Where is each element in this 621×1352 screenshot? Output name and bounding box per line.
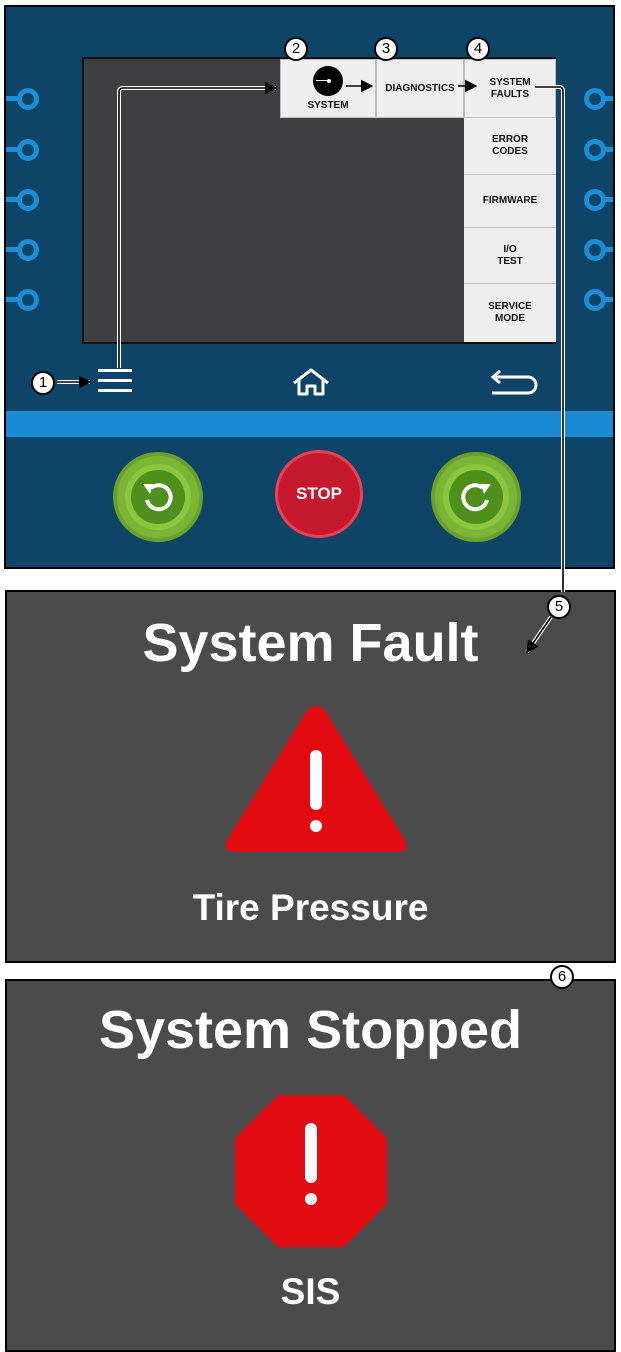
callout-leader-lines xyxy=(57,79,565,654)
callout-6: 6 xyxy=(550,965,574,989)
callout-3: 3 xyxy=(374,37,398,61)
callout-2: 2 xyxy=(284,37,308,61)
callout-4: 4 xyxy=(466,37,490,61)
callout-1: 1 xyxy=(31,371,55,395)
callout-5: 5 xyxy=(547,595,571,619)
